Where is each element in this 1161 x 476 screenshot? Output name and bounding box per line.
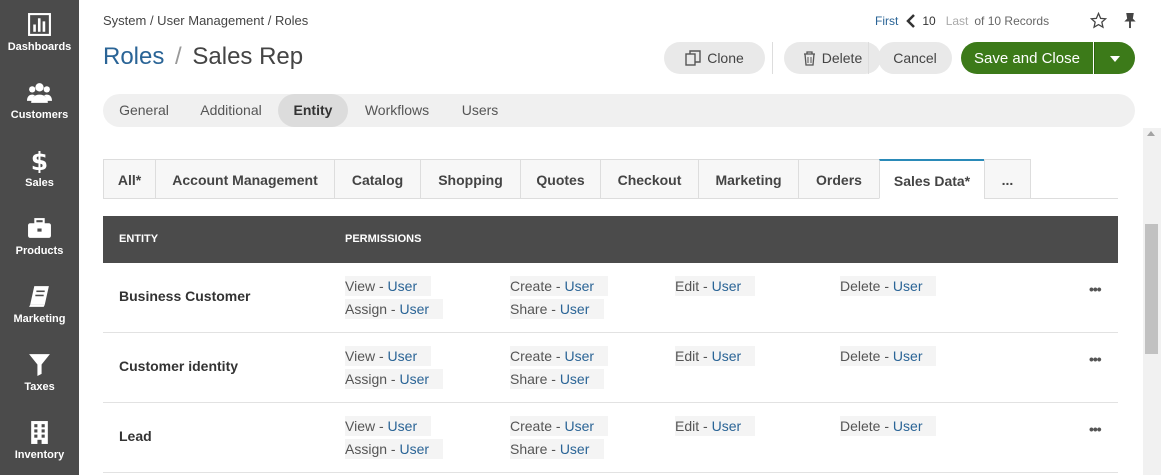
cancel-button[interactable]: Cancel [878,42,952,74]
row-actions-menu[interactable]: ••• [1089,421,1102,437]
table-row: Business Customer View - User Create - U… [103,263,1118,333]
tab-users[interactable]: Users [444,94,516,127]
divider [772,42,773,74]
save-and-close-button[interactable]: Save and Close [961,42,1093,74]
delete-button[interactable]: Delete [784,42,881,74]
save-dropdown-toggle[interactable] [1094,42,1135,74]
sidebar: Dashboards Customers $ Sales Products Ma… [0,0,79,475]
briefcase-icon [28,218,51,238]
permissions-table-header: ENTITY PERMISSIONS [103,216,1118,263]
filter-icon [29,354,50,376]
category-tab-quotes[interactable]: Quotes [520,159,601,199]
permission-delete[interactable]: Delete - User [840,346,936,366]
scroll-up-arrow-icon[interactable] [1147,131,1155,136]
tab-workflows[interactable]: Workflows [350,94,444,127]
category-tab-checkout[interactable]: Checkout [600,159,699,199]
delete-label: Delete [821,50,863,66]
pager-current: 10 [922,14,936,28]
main-content: System / User Management / Roles Roles /… [79,0,1161,475]
sidebar-item-customers[interactable]: Customers [0,68,79,136]
record-pager: First 10 Last of 10 Records [875,13,1049,29]
row-actions-menu[interactable]: ••• [1089,281,1102,297]
permission-create[interactable]: Create - User [510,416,608,436]
category-tab-catalog[interactable]: Catalog [334,159,421,199]
category-tab-orders[interactable]: Orders [798,159,880,199]
tab-entity[interactable]: Entity [278,94,348,127]
sidebar-item-sales[interactable]: $ Sales [0,136,79,204]
permission-delete[interactable]: Delete - User [840,276,936,296]
sidebar-item-label: Sales [25,177,54,189]
permission-assign[interactable]: Assign - User [345,369,443,389]
permission-share[interactable]: Share - User [510,299,604,319]
clone-label: Clone [707,50,744,66]
pin-icon[interactable] [1123,12,1137,29]
sidebar-item-taxes[interactable]: Taxes [0,340,79,408]
sidebar-item-inventory[interactable]: Inventory [0,408,79,476]
page-title: Roles / Sales Rep [103,43,303,71]
entity-name: Customer identity [119,358,239,374]
permission-share[interactable]: Share - User [510,439,604,459]
sidebar-item-label: Inventory [14,449,65,461]
permission-view[interactable]: View - User [345,276,431,296]
category-tab-account-management[interactable]: Account Management [155,159,335,199]
permission-create[interactable]: Create - User [510,346,608,366]
building-icon [31,421,48,444]
divider [868,42,869,74]
tab-additional[interactable]: Additional [185,94,277,127]
permission-assign[interactable]: Assign - User [345,299,443,319]
tab-general[interactable]: General [103,94,185,127]
sidebar-item-dashboards[interactable]: Dashboards [0,0,79,68]
customers-icon [27,83,52,103]
scrollbar-thumb[interactable] [1145,224,1158,354]
entity-name: Business Customer [119,288,251,304]
sidebar-item-label: Marketing [13,313,66,325]
column-header-entity: ENTITY [119,233,159,245]
pager-first-link[interactable]: First [875,14,898,28]
sidebar-item-label: Customers [10,109,69,121]
permission-create[interactable]: Create - User [510,276,608,296]
permission-delete[interactable]: Delete - User [840,416,936,436]
permission-edit[interactable]: Edit - User [675,276,755,296]
trash-icon [803,50,815,66]
permission-assign[interactable]: Assign - User [345,439,443,459]
row-actions-menu[interactable]: ••• [1089,351,1102,367]
clone-icon [685,50,701,66]
sidebar-item-label: Taxes [24,381,55,393]
book-icon [29,286,49,307]
section-tabs: General Additional Entity Workflows User… [103,94,1135,127]
permission-view[interactable]: View - User [345,416,431,436]
clone-button[interactable]: Clone [664,42,765,74]
title-separator: / [175,43,182,70]
permission-edit[interactable]: Edit - User [675,416,755,436]
sidebar-item-label: Dashboards [7,41,72,53]
sidebar-item-label: Products [15,245,64,257]
category-tab-more[interactable]: ... [984,159,1031,199]
role-name: Sales Rep [192,43,304,70]
permission-share[interactable]: Share - User [510,369,604,389]
star-icon[interactable] [1090,12,1107,29]
dollar-icon: $ [31,148,48,173]
entity-name: Lead [119,428,152,444]
pager-last-link[interactable]: Last [946,14,969,28]
sidebar-item-marketing[interactable]: Marketing [0,272,79,340]
dashboards-icon [28,13,51,36]
column-header-permissions: PERMISSIONS [345,233,422,245]
table-row: Customer identity View - User Create - U… [103,333,1118,403]
category-tab-all[interactable]: All* [103,159,156,199]
permission-view[interactable]: View - User [345,346,431,366]
category-tab-sales-data[interactable]: Sales Data* [879,159,985,199]
svg-text:$: $ [31,148,48,173]
sidebar-item-products[interactable]: Products [0,204,79,272]
category-tab-shopping[interactable]: Shopping [420,159,521,199]
category-tab-marketing[interactable]: Marketing [698,159,799,199]
roles-link[interactable]: Roles [103,43,164,70]
breadcrumb[interactable]: System / User Management / Roles [103,13,308,28]
pager-total: of 10 Records [974,14,1050,28]
chevron-left-icon[interactable] [906,14,916,28]
permission-edit[interactable]: Edit - User [675,346,755,366]
table-row: Lead View - User Create - User Edit - Us… [103,403,1118,473]
